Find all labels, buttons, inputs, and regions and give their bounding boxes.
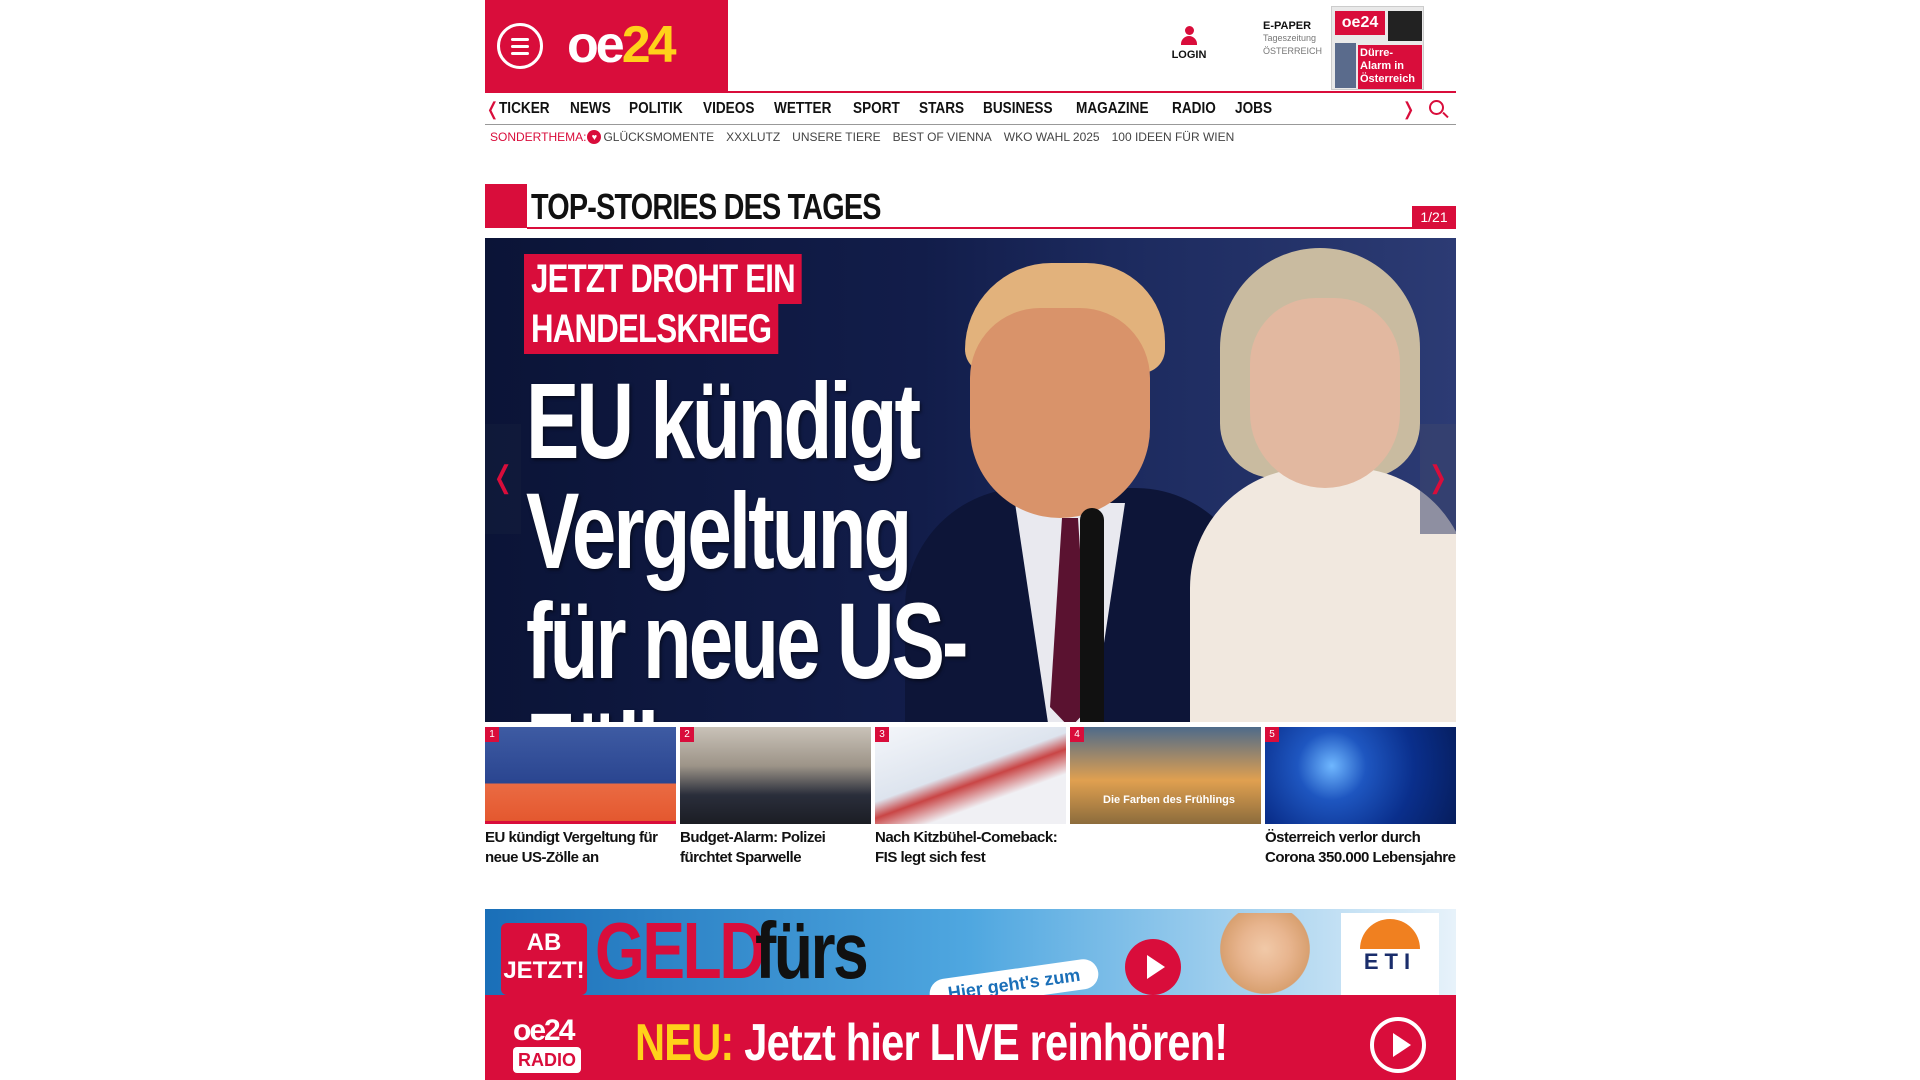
radio-text: Jetzt hier LIVE reinhören!: [744, 1014, 1228, 1072]
teaser-item[interactable]: 1 EU kündigt Vergeltung für neue US-Zöll…: [485, 727, 676, 877]
subnav-item-gluecksmomente[interactable]: GLÜCKSMOMENTE: [603, 130, 714, 144]
login-button[interactable]: LOGIN: [1169, 26, 1209, 61]
ad-banner-eti[interactable]: AB JETZT! GELD fürs Hier geht's zum ETI: [485, 909, 1456, 995]
hero-kicker: JETZT DROHT EIN HANDELSKRIEG: [524, 254, 880, 354]
ad-person-image: [1205, 913, 1325, 995]
hero-kicker-line-1: JETZT DROHT EIN: [524, 254, 802, 304]
teaser-caption: Budget-Alarm: Polizei fürchtet Sparwelle: [680, 829, 826, 866]
hero-headline: EU kündigt Vergeltung für neue US-Zölle …: [526, 360, 969, 723]
epaper-cover-logo: oe24: [1335, 11, 1385, 35]
teaser-image-text: Die Farben des Frühlings: [1103, 794, 1236, 806]
top-stories-header: TOP-STORIES DES TAGES 1/21: [485, 184, 1456, 230]
teaser-image: 1: [485, 727, 676, 824]
login-label: LOGIN: [1171, 49, 1207, 61]
teaser-item[interactable]: 2 Budget-Alarm: Polizei fürchtet Sparwel…: [680, 727, 871, 877]
subnav-item-xxxlutz[interactable]: XXXLUTZ: [726, 130, 780, 144]
nav-item-business[interactable]: BUSINESS: [983, 93, 1053, 125]
teaser-number: 2: [680, 727, 694, 742]
ad-eti-text: ETI: [1363, 949, 1417, 974]
nav-item-wetter[interactable]: WETTER: [774, 93, 831, 125]
nav-item-stars[interactable]: STARS: [919, 93, 964, 125]
teaser-item[interactable]: 5 Österreich verlor durch Corona 350.000…: [1265, 727, 1456, 877]
nav-item-videos[interactable]: VIDEOS: [703, 93, 754, 125]
menu-icon[interactable]: [497, 23, 543, 69]
teaser-number: 1: [485, 727, 499, 742]
page: oe24 LOGIN E-PAPER Tageszeitung ÖSTERREI…: [485, 0, 1456, 1080]
slide-counter: 1/21: [1412, 206, 1456, 228]
epaper-cover[interactable]: oe24 Dürre-Alarm in Österreich: [1331, 6, 1424, 90]
epaper-link[interactable]: E-PAPER Tageszeitung ÖSTERREICH: [1263, 20, 1331, 58]
subnav-label: SONDERTHEMA:: [490, 130, 587, 144]
radio-logo-sub: RADIO: [513, 1047, 581, 1073]
teaser-number: 5: [1265, 727, 1279, 742]
carousel-prev-icon[interactable]: ❬: [485, 424, 521, 534]
section-title: TOP-STORIES DES TAGES: [531, 186, 881, 227]
nav-item-magazine[interactable]: MAGAZINE: [1076, 93, 1149, 125]
epaper-subtitle-2: ÖSTERREICH: [1263, 46, 1323, 56]
header-logo-box: oe24: [485, 0, 728, 91]
subnav: SONDERTHEMA: ♥ GLÜCKSMOMENTE XXXLUTZ UNS…: [490, 130, 1246, 144]
teaser-item[interactable]: 3 Nach Kitzbühel-Comeback: FIS legt sich…: [875, 727, 1066, 877]
nav-item-ticker[interactable]: TICKER: [499, 93, 550, 125]
epaper-title: E-PAPER: [1263, 20, 1312, 32]
subnav-item-100-ideen[interactable]: 100 IDEEN FÜR WIEN: [1112, 130, 1235, 144]
search-icon[interactable]: [1429, 100, 1444, 115]
nav-item-politik[interactable]: POLITIK: [629, 93, 683, 125]
subnav-item-unsere-tiere[interactable]: UNSERE TIERE: [792, 130, 880, 144]
section-divider: [527, 227, 1456, 229]
epaper-cover-headline: Dürre-Alarm in Österreich: [1358, 45, 1422, 89]
main-nav: ❬ TICKER NEWS POLITIK VIDEOS WETTER SPOR…: [485, 91, 1456, 125]
teaser-caption: EU kündigt Vergeltung für neue US-Zölle …: [485, 829, 658, 866]
ad-word-furs: fürs: [755, 909, 869, 995]
carousel-next-icon[interactable]: ❭: [1420, 424, 1456, 534]
ad-badge: AB JETZT!: [501, 923, 587, 995]
play-icon: [1125, 939, 1181, 995]
radio-logo-text: oe24: [513, 1014, 575, 1047]
play-icon[interactable]: [1370, 1017, 1426, 1073]
epaper-cover-image: [1335, 43, 1356, 88]
teaser-caption: Österreich verlor durch Corona 350.000 L…: [1265, 829, 1456, 866]
radio-neu-label: NEU:: [635, 1014, 734, 1072]
user-icon: [1180, 26, 1198, 46]
chevron-left-icon[interactable]: ❬: [485, 99, 500, 120]
nav-item-jobs[interactable]: JOBS: [1235, 93, 1272, 125]
ad-eti-logo: ETI: [1341, 913, 1439, 995]
teaser-caption: Nach Kitzbühel-Comeback: FIS legt sich f…: [875, 829, 1058, 866]
chevron-right-icon[interactable]: ❭: [1401, 99, 1416, 120]
microphone-graphic: [1080, 508, 1104, 722]
teaser-strip: 1 EU kündigt Vergeltung für neue US-Zöll…: [485, 727, 1456, 877]
nav-item-radio[interactable]: RADIO: [1172, 93, 1216, 125]
teaser-image: 4 Die Farben des Frühlings: [1070, 727, 1261, 824]
sun-icon: [1360, 919, 1420, 949]
ad-pill: Hier geht's zum: [927, 957, 1101, 995]
epaper-cover-sidebox: [1388, 11, 1422, 41]
nav-item-news[interactable]: NEWS: [570, 93, 611, 125]
radio-headline: NEU: Jetzt hier LIVE reinhören!: [635, 1013, 1228, 1073]
teaser-number: 3: [875, 727, 889, 742]
hero-photo-right: [1190, 238, 1456, 722]
teaser-number: 4: [1070, 727, 1084, 742]
section-marker: [485, 184, 527, 228]
nav-item-sport[interactable]: SPORT: [853, 93, 900, 125]
ad-word-geld: GELD: [595, 909, 766, 995]
subnav-item-best-of-vienna[interactable]: BEST OF VIENNA: [893, 130, 992, 144]
site-logo[interactable]: oe24: [567, 14, 677, 76]
teaser-image: 5: [1265, 727, 1456, 824]
ad-banner-radio[interactable]: oe24 RADIO NEU: Jetzt hier LIVE reinhöre…: [485, 995, 1456, 1080]
teaser-item[interactable]: 4 Die Farben des Frühlings: [1070, 727, 1261, 877]
hero-kicker-line-2: HANDELSKRIEG: [524, 304, 779, 354]
radio-logo: oe24 RADIO: [513, 1015, 607, 1077]
teaser-image: 3: [875, 727, 1066, 824]
heart-icon: ♥: [587, 130, 602, 144]
subnav-item-wko-wahl[interactable]: WKO WAHL 2025: [1004, 130, 1100, 144]
teaser-image: 2: [680, 727, 871, 824]
epaper-subtitle-1: Tageszeitung: [1263, 33, 1317, 43]
hero-story[interactable]: JETZT DROHT EIN HANDELSKRIEG EU kündigt …: [485, 238, 1456, 722]
